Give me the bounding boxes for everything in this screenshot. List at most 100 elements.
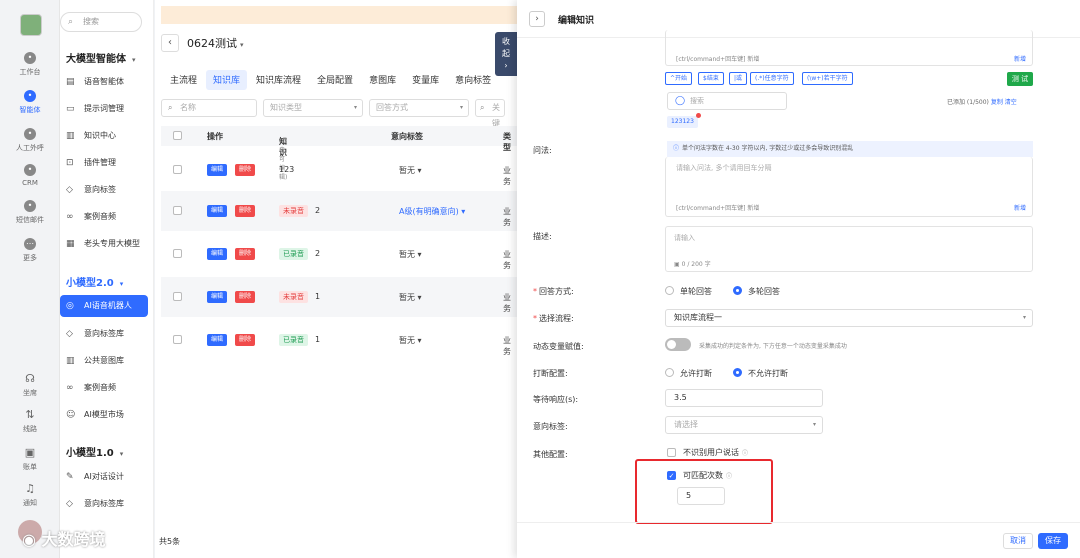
edit-button[interactable]: 编辑 [207, 205, 228, 217]
rail-billing[interactable]: ▣ 账单 [0, 446, 60, 472]
tab-variables[interactable]: 变量库 [405, 70, 446, 90]
sidebar-item-ai-robot[interactable]: ◎ AI语音机器人 [60, 295, 148, 317]
intent-select[interactable]: A级(有明确意向) ▾ [399, 206, 465, 217]
add-ask-link[interactable]: 新增 [1014, 203, 1026, 212]
intent-select[interactable]: 暂无 ▾ [399, 249, 422, 260]
table-row[interactable]: 编辑 删除 123 暂无 ▾ 业务 [161, 150, 517, 190]
test-button[interactable]: 测 试 [1007, 72, 1033, 86]
intent-select[interactable]: 暂无 ▾ [399, 165, 422, 176]
cancel-button[interactable]: 取消 [1003, 533, 1033, 549]
knowledge-type-select[interactable]: 知识类型 ▾ [263, 99, 363, 117]
sidebar-item-model-market[interactable]: ☺ AI模型市场 [60, 404, 148, 426]
multi-answer-radio[interactable]: 多轮回答 [733, 286, 780, 297]
wait-input[interactable]: 3.5 [665, 389, 823, 407]
sidebar-search-input[interactable]: ⌕ 搜索 [60, 12, 142, 32]
table-row[interactable]: 编辑 删除 未录音 1 暂无 ▾ 业务 [161, 277, 517, 317]
close-drawer-button[interactable]: › [529, 11, 545, 27]
tab-global-config[interactable]: 全局配置 [310, 70, 360, 90]
match-count-input[interactable]: 5 [677, 487, 725, 505]
select-all-checkbox[interactable] [173, 131, 182, 140]
answer-mode-select[interactable]: 回答方式 ▾ [369, 99, 469, 117]
name-search-input[interactable]: ⌕ 名称 [161, 99, 257, 117]
rail-more[interactable]: ⋯ 更多 [0, 238, 60, 263]
delete-button[interactable]: 删除 [235, 248, 256, 260]
intent-select[interactable]: 暂无 ▾ [399, 335, 422, 346]
tab-knowledge[interactable]: 知识库 [206, 70, 248, 90]
add-keyword-link[interactable]: 新增 [1014, 54, 1026, 63]
rail-agent-seat[interactable]: ☊ 坐席 [0, 372, 60, 398]
ignore-user-checkbox[interactable] [667, 448, 676, 457]
tab-intent-tags[interactable]: 意向标签 [448, 70, 498, 90]
regex-any-char-button[interactable]: (.*)任意字符 [750, 72, 794, 85]
knowledge-text[interactable]: 123 [279, 165, 294, 174]
clear-link[interactable]: 清空 [1005, 99, 1017, 106]
row-checkbox[interactable] [173, 335, 182, 344]
intent-select[interactable]: 暂无 ▾ [399, 292, 422, 303]
row-checkbox[interactable] [173, 206, 182, 215]
row-checkbox[interactable] [173, 249, 182, 258]
sidebar-item-plugin[interactable]: ⊡ 插件管理 [60, 152, 148, 174]
sidebar-item-knowledge[interactable]: ▥ 知识中心 [60, 125, 148, 147]
rail-agent[interactable]: • 智能体 [0, 82, 60, 120]
regex-or-button[interactable]: |或 [729, 72, 748, 85]
delete-button[interactable]: 删除 [235, 334, 256, 346]
rail-workbench[interactable]: • 工作台 [0, 52, 60, 77]
allow-interrupt-radio[interactable]: 允许打断 [665, 368, 712, 379]
edit-button[interactable]: 编辑 [207, 291, 228, 303]
tab-knowledge-flow[interactable]: 知识库流程 [249, 70, 308, 90]
rail-crm[interactable]: • CRM [0, 164, 60, 187]
rail-line[interactable]: ⇅ 线路 [0, 408, 60, 434]
tab-main-flow[interactable]: 主流程 [163, 70, 204, 90]
ask-textarea[interactable]: 请输入问法, 多个请用回车分隔 [ctrl/command+回车键] 新增 新增 [665, 157, 1033, 217]
edit-button[interactable]: 编辑 [207, 164, 228, 176]
sidebar-item-dialog-design[interactable]: ✎ AI对话设计 [60, 466, 148, 488]
sidebar-item-case-audio[interactable]: ∞ 案例音频 [60, 206, 148, 228]
description-textarea[interactable]: 请输入 ▣ 0 / 200 字 [665, 226, 1033, 272]
remove-chip-icon[interactable] [695, 113, 701, 118]
knowledge-text[interactable]: 2 [315, 249, 320, 258]
knowledge-text[interactable]: 1 [315, 292, 320, 301]
variable-toggle[interactable] [665, 338, 691, 351]
rail-sms-mail[interactable]: • 短信邮件 [0, 200, 60, 225]
row-checkbox[interactable] [173, 165, 182, 174]
row-checkbox[interactable] [173, 292, 182, 301]
regex-start-button[interactable]: ^开始 [665, 72, 693, 85]
intent-select[interactable]: 请选择 ▾ [665, 416, 823, 434]
table-row[interactable]: 编辑 删除 已录音 1 暂无 ▾ 业务 [161, 320, 517, 360]
single-answer-radio[interactable]: 单轮回答 [665, 286, 712, 297]
keyword-chip[interactable]: 123123 [667, 113, 701, 128]
delete-button[interactable]: 删除 [235, 164, 256, 176]
no-interrupt-radio[interactable]: 不允许打断 [733, 368, 788, 379]
group-small-model-2[interactable]: 小模型2.0 ▾ [66, 274, 123, 289]
copy-link[interactable]: 复制 [991, 99, 1003, 106]
flow-select[interactable]: 知识库流程一 ▾ [665, 309, 1033, 327]
sidebar-item-voice-agent[interactable]: ▤ 语音智能体 [60, 71, 148, 93]
sidebar-item-intent-tag[interactable]: ◇ 意向标签 [60, 179, 148, 201]
rail-manual-call[interactable]: • 人工外呼 [0, 128, 60, 153]
delete-button[interactable]: 删除 [235, 205, 256, 217]
sidebar-item-public-intent[interactable]: ▥ 公共意图库 [60, 350, 148, 372]
regex-end-button[interactable]: $结束 [698, 72, 724, 85]
keyword-textarea[interactable]: [ctrl/command+回车键] 新增 新增 [665, 30, 1033, 66]
delete-button[interactable]: 删除 [235, 291, 256, 303]
back-button[interactable]: ‹ [161, 34, 179, 52]
save-button[interactable]: 保存 [1038, 533, 1068, 549]
keyword-search-input[interactable]: ⌕ 关键 [475, 99, 505, 128]
table-row[interactable]: 编辑 删除 未录音 2 A级(有明确意向) ▾ 业务 [161, 191, 517, 231]
rail-notice[interactable]: ♫ 通知 [0, 482, 60, 508]
sidebar-item-case-audio-2[interactable]: ∞ 案例音频 [60, 377, 148, 399]
sidebar-item-prompt[interactable]: ▭ 提示词管理 [60, 98, 148, 120]
keyword-search-input[interactable]: ◯ 搜索 [667, 92, 787, 110]
sidebar-item-intent-library[interactable]: ◇ 意向标签库 [60, 323, 148, 345]
regex-word-button[interactable]: (\w+)若干字符 [802, 72, 853, 85]
match-count-checkbox[interactable]: ✓ [667, 471, 676, 480]
group-large-model[interactable]: 大模型智能体 ▾ [66, 50, 136, 65]
sidebar-item-intent-library-1[interactable]: ◇ 意向标签库 [60, 493, 148, 515]
edit-button[interactable]: 编辑 [207, 334, 228, 346]
sidebar-item-special-model[interactable]: ▦ 老头专用大模型 [60, 233, 148, 255]
group-small-model-1[interactable]: 小模型1.0 ▾ [66, 444, 123, 459]
tab-intent-library[interactable]: 意图库 [362, 70, 403, 90]
edit-button[interactable]: 编辑 [207, 248, 228, 260]
project-selector[interactable]: 0624测试 ▾ [187, 35, 244, 51]
table-row[interactable]: 编辑 删除 已录音 2 暂无 ▾ 业务 [161, 234, 517, 274]
